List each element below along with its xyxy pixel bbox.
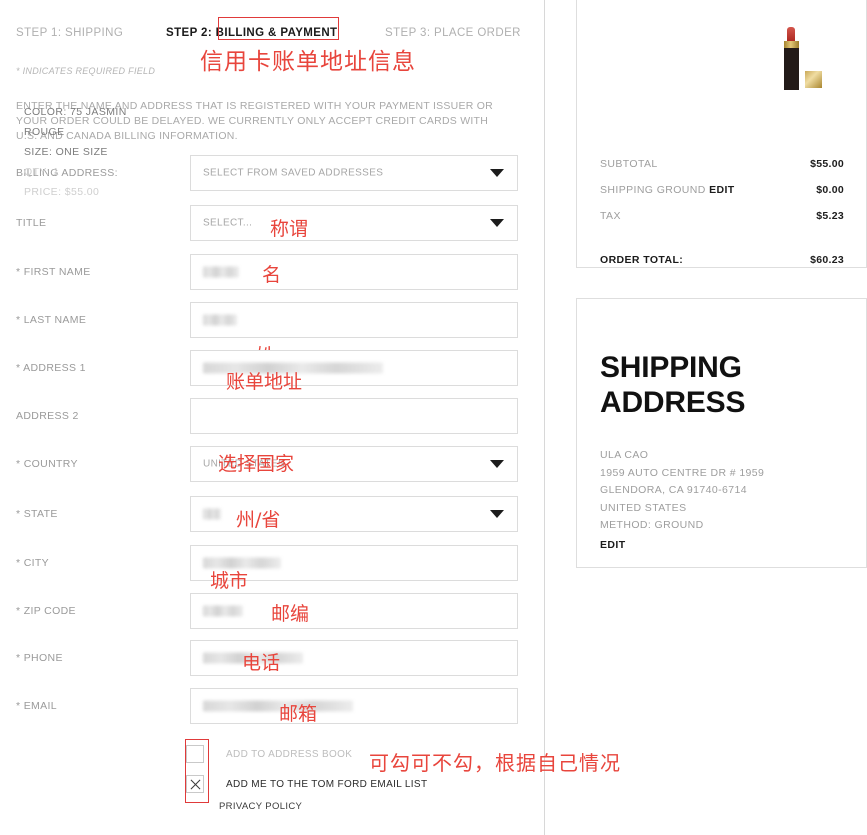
redacted-value	[203, 266, 239, 278]
chevron-down-icon	[490, 460, 504, 468]
redacted-value	[203, 314, 237, 326]
shipping-label-text: SHIPPING GROUND	[600, 184, 706, 196]
checkbox-label: ADD TO ADDRESS BOOK	[226, 748, 353, 760]
annotation-state: 州/省	[236, 509, 281, 531]
checkbox-checked-icon[interactable]	[186, 775, 204, 793]
step-3-place-order[interactable]: STEP 3: PLACE ORDER	[385, 25, 521, 41]
select-title[interactable]: SELECT...	[190, 205, 518, 241]
subtotal-label: SUBTOTAL	[600, 158, 658, 170]
total-row-subtotal: SUBTOTAL $55.00	[600, 158, 844, 184]
annotation-title: 称谓	[270, 218, 309, 240]
checkbox-add-to-address-book[interactable]: ADD TO ADDRESS BOOK	[186, 745, 352, 763]
total-row-tax: TAX $5.23	[600, 210, 844, 236]
annotation-country: 选择国家	[218, 453, 295, 475]
privacy-policy-link[interactable]: PRIVACY POLICY	[219, 801, 302, 812]
shipping-label: SHIPPING GROUND EDIT	[600, 184, 735, 196]
label-phone: * PHONE	[16, 652, 63, 664]
input-email[interactable]	[190, 688, 518, 724]
lipstick-product-image	[765, 22, 837, 94]
step-2-billing-payment[interactable]: STEP 2: BILLING & PAYMENT	[166, 25, 337, 41]
select-title-value: SELECT...	[203, 217, 253, 229]
shipping-name: ULA CAO	[600, 449, 649, 461]
shipping-address-title: SHIPPING ADDRESS	[600, 351, 746, 419]
checkbox-email-list[interactable]: ADD ME TO THE TOM FORD EMAIL LIST	[186, 775, 427, 793]
step-1-shipping[interactable]: STEP 1: SHIPPING	[16, 25, 123, 41]
annotation-email: 邮箱	[279, 703, 318, 725]
product-qty: QTY: 1	[24, 166, 60, 178]
chevron-down-icon	[490, 219, 504, 227]
chevron-down-icon	[490, 169, 504, 177]
lipstick-cap-icon	[805, 71, 822, 88]
checkout-page: STEP 1: SHIPPING STEP 2: BILLING & PAYME…	[0, 0, 867, 835]
tax-value: $5.23	[816, 210, 844, 222]
shipping-street: 1959 AUTO CENTRE DR # 1959	[600, 466, 765, 479]
annotation-checkbox-note: 可勾可不勾，根据自己情况	[369, 751, 621, 775]
label-email: * EMAIL	[16, 700, 57, 712]
shipping-value: $0.00	[816, 184, 844, 196]
checkbox-icon[interactable]	[186, 745, 204, 763]
label-address1: * ADDRESS 1	[16, 362, 86, 374]
label-zip-code: * ZIP CODE	[16, 605, 76, 617]
select-billing-address[interactable]: SELECT FROM SAVED ADDRESSES	[190, 155, 518, 191]
shipping-edit-link[interactable]: EDIT	[709, 184, 735, 196]
order-total-value: $60.23	[810, 254, 844, 266]
annotation-billing-title: 信用卡账单地址信息	[200, 49, 416, 75]
label-country: * COUNTRY	[16, 458, 78, 470]
input-address2[interactable]	[190, 398, 518, 434]
redacted-value	[203, 700, 353, 712]
redacted-value	[203, 508, 221, 520]
input-last-name[interactable]	[190, 302, 518, 338]
chevron-down-icon	[490, 510, 504, 518]
annotation-phone: 电话	[242, 652, 281, 674]
label-address2: ADDRESS 2	[16, 410, 79, 422]
annotation-address1: 账单地址	[226, 371, 303, 393]
shipping-city-state-zip: GLENDORA, CA 91740-6714	[600, 484, 747, 496]
checkout-steps: STEP 1: SHIPPING STEP 2: BILLING & PAYME…	[0, 22, 545, 44]
input-phone[interactable]	[190, 640, 518, 676]
product-size: SIZE: ONE SIZE	[24, 146, 108, 158]
product-price: PRICE: $55.00	[24, 186, 100, 198]
order-total-label: ORDER TOTAL:	[600, 254, 684, 266]
redacted-value	[203, 605, 243, 617]
shipping-address-details: ULA CAO 1959 AUTO CENTRE DR # 1959 GLEND…	[600, 447, 764, 554]
product-details: COLOR: 75 JASMIN ROUGE SIZE: ONE SIZE QT…	[24, 102, 127, 202]
input-zip-code[interactable]	[190, 593, 518, 629]
shipping-country: UNITED STATES	[600, 501, 687, 514]
label-last-name: * LAST NAME	[16, 314, 87, 326]
label-title: TITLE	[16, 217, 47, 229]
product-color: COLOR: 75 JASMIN	[24, 106, 127, 118]
lipstick-tube-icon	[784, 48, 799, 90]
label-city: * CITY	[16, 557, 50, 569]
step-2-prefix: STEP 2:	[166, 27, 213, 39]
label-state: * STATE	[16, 508, 58, 520]
checkbox-label: ADD ME TO THE TOM FORD EMAIL LIST	[226, 778, 428, 790]
total-row-order-total: ORDER TOTAL: $60.23	[600, 254, 844, 280]
shipping-edit-link[interactable]: EDIT	[600, 537, 764, 555]
required-field-note: * INDICATES REQUIRED FIELD	[16, 66, 156, 76]
label-first-name: * FIRST NAME	[16, 266, 91, 278]
step-2-highlight-text: BILLING & PAYMENT	[215, 27, 338, 39]
product-color-line2: ROUGE	[24, 126, 65, 138]
annotation-zip-code: 邮编	[271, 603, 310, 625]
annotation-first-name: 名	[262, 264, 282, 286]
select-billing-address-value: SELECT FROM SAVED ADDRESSES	[203, 167, 384, 179]
annotation-city: 城市	[210, 570, 249, 592]
subtotal-value: $55.00	[810, 158, 844, 170]
order-totals: SUBTOTAL $55.00 SHIPPING GROUND EDIT $0.…	[600, 158, 844, 280]
total-row-shipping: SHIPPING GROUND EDIT $0.00	[600, 184, 844, 210]
tax-label: TAX	[600, 210, 621, 222]
input-first-name[interactable]	[190, 254, 518, 290]
shipping-method: METHOD: GROUND	[600, 519, 704, 531]
